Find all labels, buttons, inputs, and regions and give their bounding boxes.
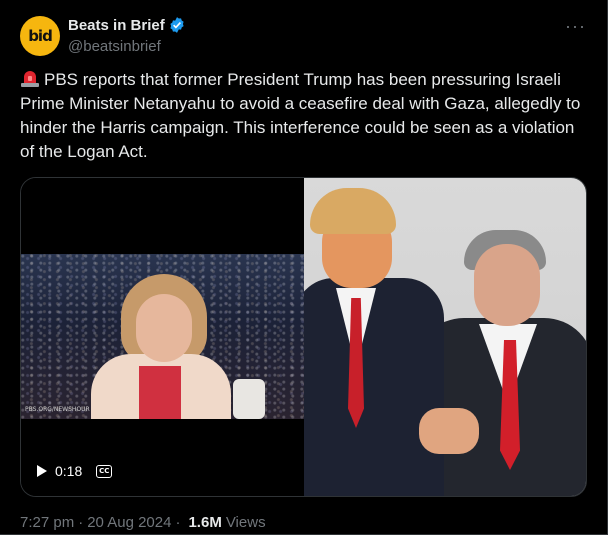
video-time: 0:18 — [55, 463, 83, 479]
video-controls: 0:18 CC — [37, 463, 113, 479]
tweet-time[interactable]: 7:27 pm — [20, 514, 74, 531]
handle[interactable]: @beatsinbrief — [68, 38, 161, 55]
more-icon[interactable]: ··· — [565, 16, 586, 37]
tweet-date[interactable]: 20 Aug 2024 — [87, 514, 171, 531]
tweet-text: PBS reports that former President Trump … — [20, 70, 581, 161]
display-name[interactable]: Beats in Brief — [68, 17, 165, 34]
author-name-row[interactable]: Beats in Brief — [68, 16, 186, 34]
news-anchor-image: PBS.ORG/NEWSHOUR — [21, 254, 304, 419]
views-count: 1.6M — [188, 514, 222, 531]
handshake-photo — [304, 178, 586, 496]
views-label: Views — [225, 514, 266, 531]
video-left-panel: PBS.ORG/NEWSHOUR — [21, 178, 304, 496]
siren-icon — [21, 71, 39, 87]
tweet-text-container: PBS reports that former President Trump … — [20, 68, 590, 164]
video-media[interactable]: PBS.ORG/NEWSHOUR 0:18 CC — [20, 177, 587, 497]
play-icon[interactable] — [37, 465, 47, 477]
avatar-text: bid — [28, 27, 53, 45]
tweet-footer: 7:27 pm · 20 Aug 2024 · 1.6M Views — [20, 514, 266, 531]
verified-badge-icon — [170, 17, 184, 33]
video-watermark: PBS.ORG/NEWSHOUR — [25, 406, 90, 413]
avatar[interactable]: bid — [20, 16, 60, 56]
closed-captions-icon[interactable]: CC — [96, 464, 113, 478]
